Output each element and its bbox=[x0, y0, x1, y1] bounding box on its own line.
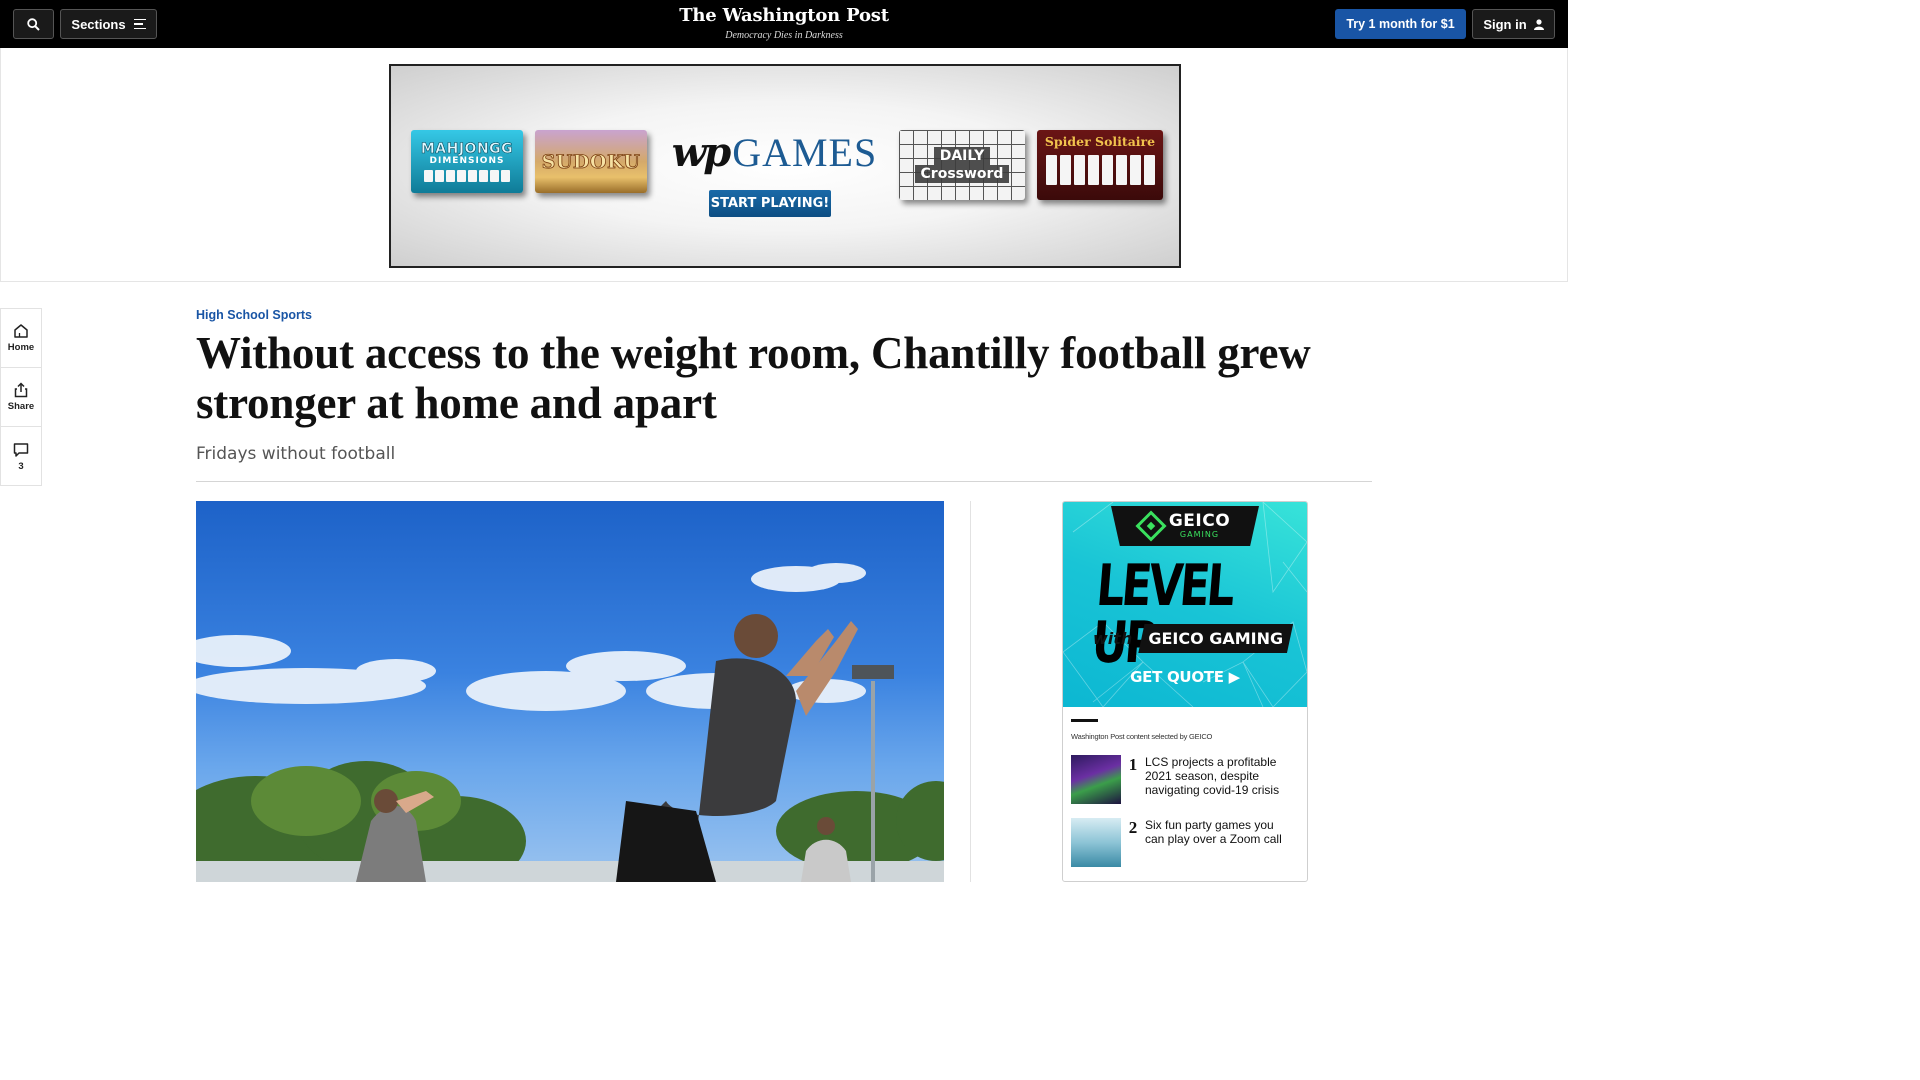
promo-thumbnail bbox=[1071, 755, 1121, 804]
mahjongg-subtitle: DIMENSIONS bbox=[429, 156, 505, 166]
spider-solitaire-tile[interactable]: Spider Solitaire bbox=[1037, 130, 1163, 200]
promo-title[interactable]: Six fun party games you can play over a … bbox=[1145, 818, 1299, 846]
get-quote-button[interactable]: GET QUOTE ▶ bbox=[1063, 668, 1307, 686]
geico-gaming-logo: GEICO GAMING bbox=[1111, 506, 1259, 546]
home-button[interactable]: Home bbox=[1, 309, 41, 368]
geico-gaming-label: GEICO GAMING bbox=[1138, 624, 1294, 653]
user-icon bbox=[1533, 18, 1544, 30]
share-label: Share bbox=[7, 401, 35, 412]
crossword-title-line1: DAILY bbox=[933, 147, 991, 165]
column-divider bbox=[970, 501, 971, 882]
share-icon bbox=[14, 382, 28, 398]
subscribe-offer-button[interactable]: Try 1 month for $1 bbox=[1335, 9, 1466, 39]
sudoku-tile[interactable]: SUDOKU bbox=[535, 130, 647, 193]
promo-thumbnail bbox=[1071, 818, 1121, 867]
masthead[interactable]: The Washington Post Democracy Dies in Da… bbox=[0, 4, 1568, 41]
lead-photo[interactable] bbox=[196, 501, 944, 882]
top-nav-bar: Sections The Washington Post Democracy D… bbox=[0, 0, 1568, 48]
promo-rank: 2 bbox=[1128, 818, 1138, 837]
sponsor-note: Washington Post content selected by GEIC… bbox=[1071, 732, 1213, 741]
wp-games-ad[interactable]: MAHJONGG DIMENSIONS SUDOKU wp GAMES STAR… bbox=[389, 64, 1181, 268]
mahjongg-tiles-graphic bbox=[424, 170, 510, 182]
left-action-rail: Home Share 3 bbox=[0, 308, 42, 486]
games-wordmark: GAMES bbox=[732, 130, 878, 175]
geico-content-list: Washington Post content selected by GEIC… bbox=[1063, 707, 1307, 867]
sign-in-label: Sign in bbox=[1483, 16, 1527, 32]
header-divider bbox=[196, 481, 1372, 482]
promo-rank: 1 bbox=[1128, 755, 1138, 774]
level-up-headline: LEVEL UP bbox=[1089, 552, 1235, 677]
section-rule bbox=[1071, 719, 1098, 722]
promo-item-1[interactable]: 1 LCS projects a profitable 2021 season,… bbox=[1071, 755, 1299, 804]
promo-item-2[interactable]: 2 Six fun party games you can play over … bbox=[1071, 818, 1299, 867]
share-button[interactable]: Share bbox=[1, 368, 41, 427]
start-playing-button[interactable]: START PLAYING! bbox=[709, 190, 831, 217]
comment-icon bbox=[13, 442, 29, 457]
solitaire-cards-graphic bbox=[1045, 155, 1155, 185]
section-kicker-link[interactable]: High School Sports bbox=[196, 308, 312, 322]
geico-ad-banner[interactable]: GEICO GAMING LEVEL UP with GEICO GAMING … bbox=[1063, 502, 1307, 707]
daily-crossword-tile[interactable]: DAILY Crossword bbox=[899, 130, 1025, 200]
solitaire-title: Spider Solitaire bbox=[1044, 134, 1156, 149]
home-label: Home bbox=[7, 342, 35, 353]
top-ad-container: MAHJONGG DIMENSIONS SUDOKU wp GAMES STAR… bbox=[0, 48, 1568, 282]
home-icon bbox=[14, 324, 28, 338]
with-label: with bbox=[1093, 629, 1133, 648]
wp-games-logo: wp GAMES bbox=[672, 132, 876, 174]
washington-post-logo[interactable]: The Washington Post bbox=[0, 4, 1568, 28]
geico-sponsored-module[interactable]: GEICO GAMING LEVEL UP with GEICO GAMING … bbox=[1062, 501, 1308, 882]
comments-button[interactable]: 3 bbox=[1, 427, 41, 486]
geico-gaming-sub: GAMING bbox=[1179, 530, 1220, 539]
with-geico-gaming: with GEICO GAMING bbox=[1093, 624, 1294, 653]
geico-gaming-diamond-icon bbox=[1135, 510, 1167, 542]
mahjongg-dimensions-tile[interactable]: MAHJONGG DIMENSIONS bbox=[411, 130, 523, 193]
sudoku-title: SUDOKU bbox=[541, 150, 641, 173]
article-headline: Without access to the weight room, Chant… bbox=[196, 328, 1311, 428]
article-dek: Fridays without football bbox=[196, 444, 396, 464]
wp-mark: wp bbox=[671, 129, 731, 176]
promo-title[interactable]: LCS projects a profitable 2021 season, d… bbox=[1145, 755, 1299, 797]
mahjongg-title: MAHJONGG bbox=[420, 141, 514, 158]
sign-in-button[interactable]: Sign in bbox=[1472, 9, 1555, 39]
masthead-tagline: Democracy Dies in Darkness bbox=[725, 30, 843, 41]
crossword-title-line2: Crossword bbox=[914, 165, 1010, 183]
comment-count: 3 bbox=[18, 460, 24, 472]
lead-photo-illustration bbox=[196, 563, 944, 882]
geico-wordmark: GEICO bbox=[1168, 511, 1231, 531]
